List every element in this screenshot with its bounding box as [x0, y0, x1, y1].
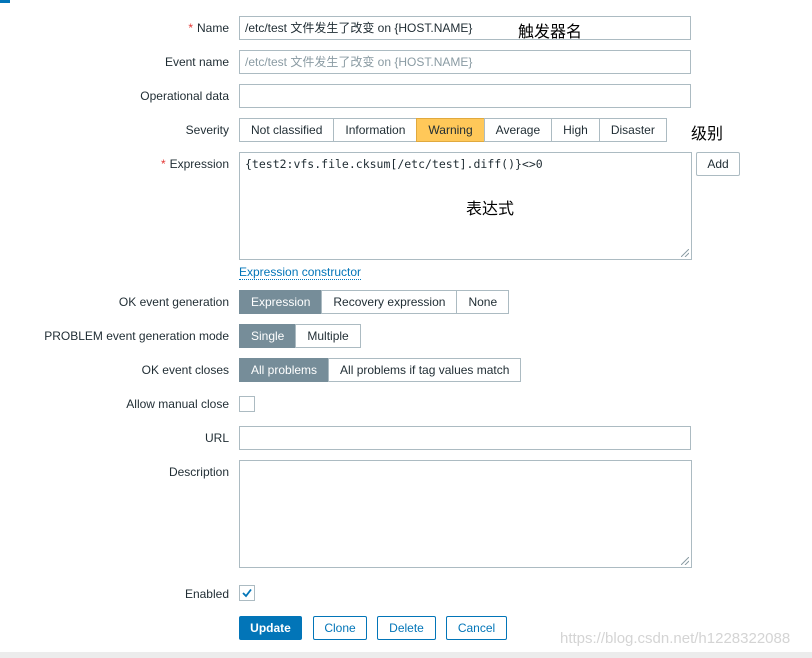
severity-annotation: 级别 [691, 124, 724, 143]
add-expression-button[interactable]: Add [696, 152, 740, 176]
expression-constructor-link[interactable]: Expression constructor [239, 265, 362, 280]
url-label: URL [204, 431, 229, 445]
expression-annotation: 表达式 [466, 199, 515, 218]
problem-mode-label: PROBLEM event generation mode [44, 329, 229, 343]
enabled-checkbox[interactable] [239, 585, 255, 601]
description-textarea[interactable] [239, 460, 692, 568]
problem-mode-selector: Single Multiple [239, 324, 361, 348]
operational-data-input[interactable] [239, 84, 691, 108]
severity-label: Severity [185, 123, 229, 137]
allow-manual-close-checkbox[interactable] [239, 396, 255, 412]
severity-selector: Not classified Information Warning Avera… [239, 118, 667, 142]
ok-generation-expression[interactable]: Expression [239, 290, 323, 314]
bottom-bar [0, 652, 812, 658]
resize-grip-icon[interactable] [681, 249, 689, 257]
expression-label: * Expression [160, 157, 229, 171]
resize-grip-icon[interactable] [681, 557, 689, 565]
allow-manual-close-label: Allow manual close [126, 397, 229, 411]
ok-event-generation-label: OK event generation [118, 295, 229, 309]
closes-all-problems[interactable]: All problems [239, 358, 330, 382]
operational-data-label: Operational data [140, 89, 229, 103]
name-annotation: 触发器名 [518, 22, 583, 41]
severity-disaster[interactable]: Disaster [598, 118, 667, 142]
name-input[interactable]: /etc/test 文件发生了改变 on {HOST.NAME} [239, 16, 691, 40]
expression-value: {test2:vfs.file.cksum[/etc/test].diff()}… [245, 157, 543, 171]
update-button[interactable]: Update [239, 616, 302, 640]
severity-high[interactable]: High [551, 118, 600, 142]
severity-information[interactable]: Information [333, 118, 418, 142]
event-name-label: Event name [164, 55, 229, 69]
clone-button[interactable]: Clone [313, 616, 367, 640]
watermark: https://blog.csdn.net/h1228322088 [560, 630, 791, 647]
checkmark-icon [242, 588, 252, 598]
delete-button[interactable]: Delete [377, 616, 436, 640]
problem-mode-single[interactable]: Single [239, 324, 297, 348]
severity-warning[interactable]: Warning [416, 118, 485, 142]
severity-not-classified[interactable]: Not classified [239, 118, 335, 142]
ok-event-generation-selector: Expression Recovery expression None [239, 290, 510, 314]
description-label: Description [168, 465, 229, 479]
closes-if-tag-values-match[interactable]: All problems if tag values match [328, 358, 522, 382]
ok-event-closes-selector: All problems All problems if tag values … [239, 358, 522, 382]
ok-generation-none[interactable]: None [456, 290, 510, 314]
ok-generation-recovery-expression[interactable]: Recovery expression [321, 290, 458, 314]
url-input[interactable] [239, 426, 691, 450]
top-left-accent [0, 0, 10, 3]
cancel-button[interactable]: Cancel [446, 616, 507, 640]
enabled-label: Enabled [184, 587, 229, 601]
ok-event-closes-label: OK event closes [141, 363, 229, 377]
severity-average[interactable]: Average [483, 118, 553, 142]
name-label: * Name [188, 21, 229, 35]
problem-mode-multiple[interactable]: Multiple [295, 324, 361, 348]
event-name-input[interactable]: /etc/test 文件发生了改变 on {HOST.NAME} [239, 50, 691, 74]
